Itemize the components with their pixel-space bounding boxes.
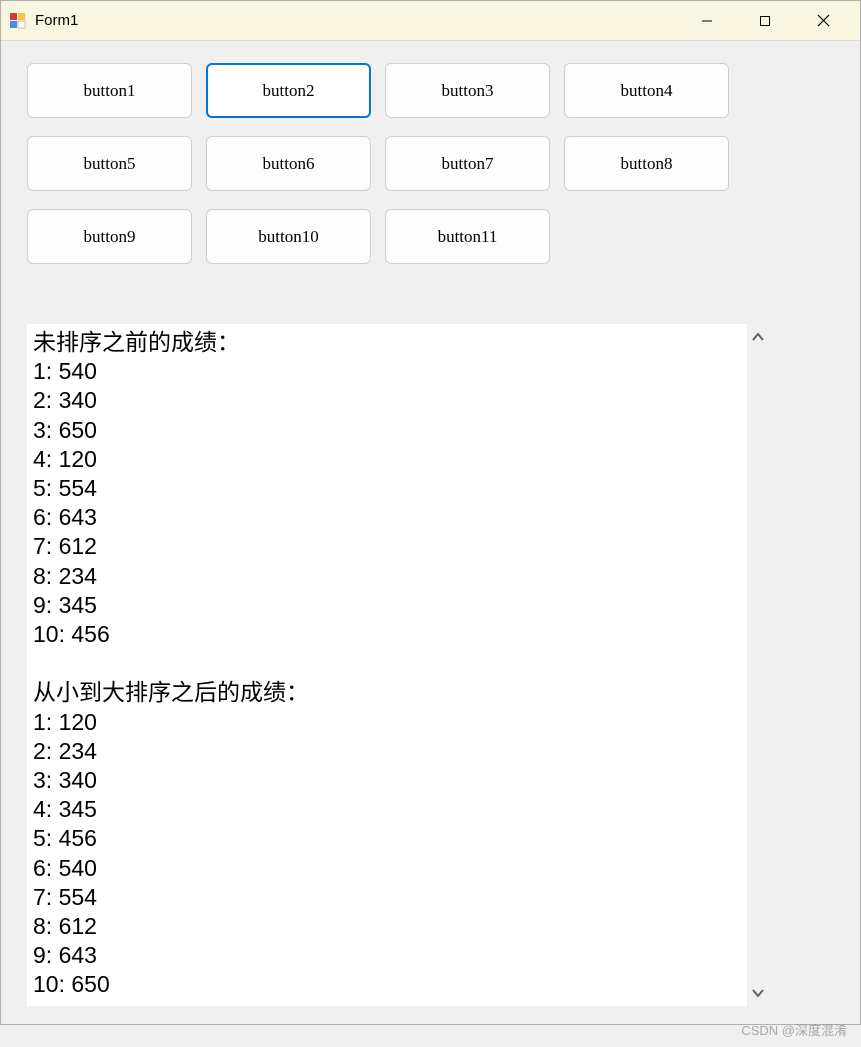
button-10[interactable]: button10 <box>206 209 371 264</box>
button-row-1: button1 button2 button3 button4 <box>27 63 840 118</box>
button-row-2: button5 button6 button7 button8 <box>27 136 840 191</box>
titlebar[interactable]: Form1 <box>1 1 860 41</box>
button-3[interactable]: button3 <box>385 63 550 118</box>
output-textbox[interactable]: 未排序之前的成绩： 1: 540 2: 340 3: 650 4: 120 5:… <box>27 324 769 1006</box>
scrollbar-vertical[interactable] <box>747 324 769 1006</box>
button-6[interactable]: button6 <box>206 136 371 191</box>
button-7[interactable]: button7 <box>385 136 550 191</box>
client-area: button1 button2 button3 button4 button5 … <box>1 41 860 1024</box>
app-icon <box>9 12 27 30</box>
scroll-down-icon[interactable] <box>747 980 769 1006</box>
button-8[interactable]: button8 <box>564 136 729 191</box>
button-1[interactable]: button1 <box>27 63 192 118</box>
button-9[interactable]: button9 <box>27 209 192 264</box>
maximize-button[interactable] <box>736 1 794 41</box>
button-2[interactable]: button2 <box>206 63 371 118</box>
output-content[interactable]: 未排序之前的成绩： 1: 540 2: 340 3: 650 4: 120 5:… <box>27 324 747 1006</box>
window-frame: Form1 button1 button2 button3 button4 bu… <box>0 0 861 1025</box>
button-5[interactable]: button5 <box>27 136 192 191</box>
button-4[interactable]: button4 <box>564 63 729 118</box>
watermark: CSDN @深度混淆 <box>741 1020 847 1039</box>
close-button[interactable] <box>794 1 852 41</box>
window-controls <box>678 1 852 41</box>
minimize-button[interactable] <box>678 1 736 41</box>
button-row-3: button9 button10 button11 <box>27 209 840 264</box>
scroll-track[interactable] <box>747 350 769 980</box>
window-title: Form1 <box>35 12 678 29</box>
scroll-up-icon[interactable] <box>747 324 769 350</box>
button-11[interactable]: button11 <box>385 209 550 264</box>
